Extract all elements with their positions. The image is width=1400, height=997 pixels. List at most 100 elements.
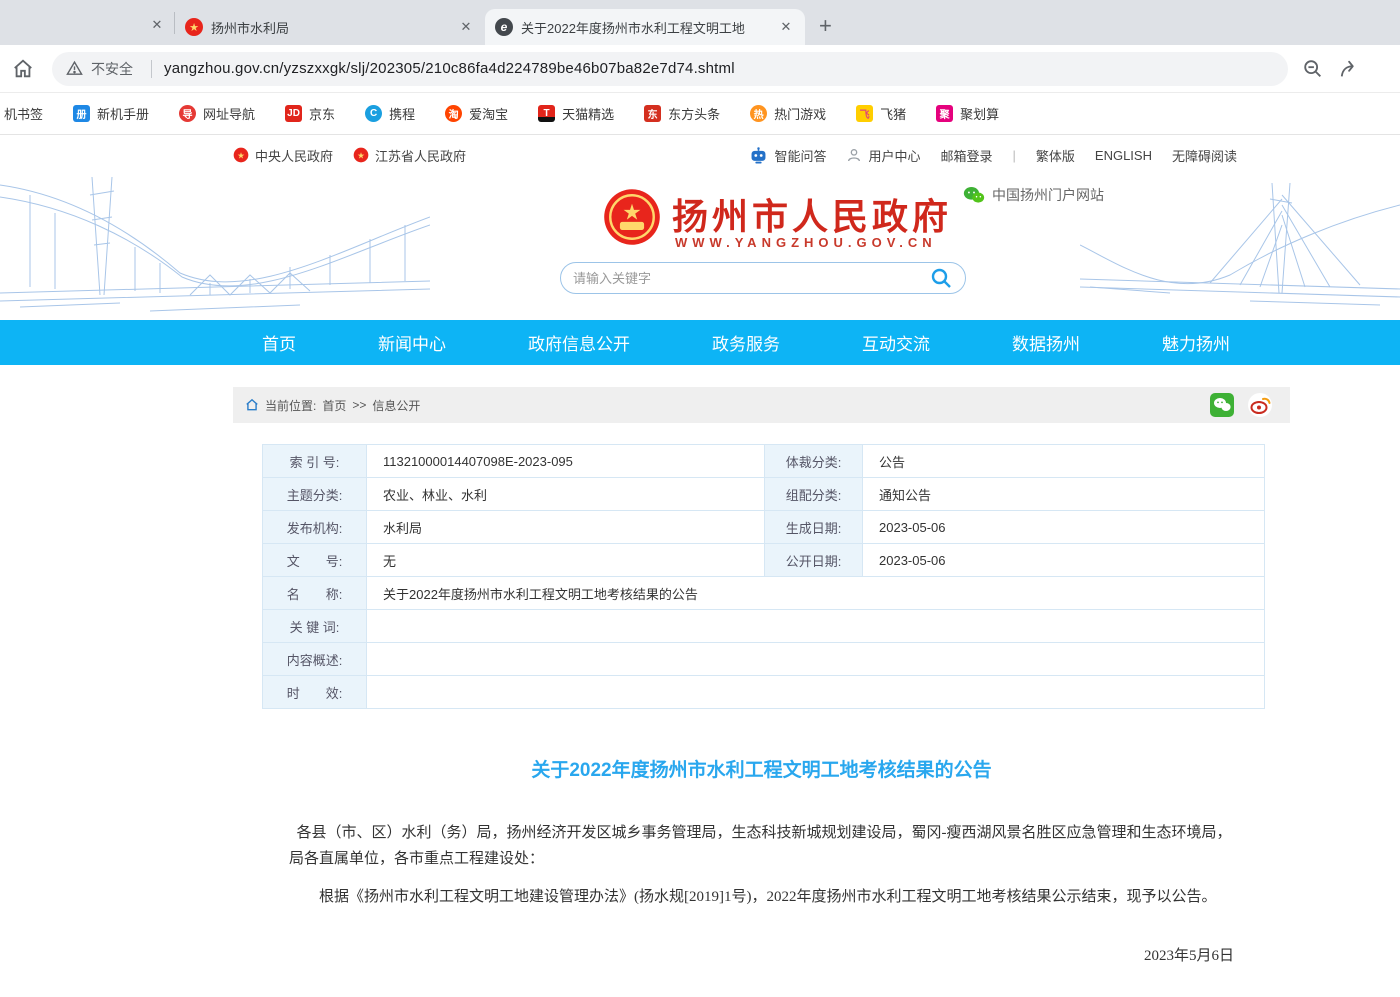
link-label: 智能问答 [774,146,826,165]
nav-home[interactable]: 首页 [262,330,296,355]
bookmark-label: 东方头条 [668,104,720,123]
table-row: 内容概述: [263,643,1264,676]
meta-value: 公告 [863,445,1264,477]
national-emblem-icon: ★ [603,188,661,246]
link-mail-login[interactable]: 邮箱登录 [940,146,992,165]
table-row: 索 引 号: 11321000014407098E-2023-095 体裁分类:… [263,445,1264,478]
link-accessible[interactable]: 无障碍阅读 [1172,146,1237,165]
bookmark-item[interactable]: 热 热门游戏 [750,104,826,123]
nav-interaction[interactable]: 互动交流 [862,330,930,355]
site-url-text: WWW.YANGZHOU.GOV.CN [675,235,937,250]
close-icon[interactable]: ✕ [777,18,795,36]
page-content: 当前位置: 首页 >> 信息公开 索 引 号: 113210000144 [233,387,1290,997]
bookmark-label: 携程 [389,104,415,123]
security-label: 不安全 [91,59,133,79]
meta-label: 关 键 词: [263,610,367,642]
bookmark-label: 网址导航 [203,104,255,123]
bookmark-icon: 册 [73,105,90,122]
meta-label: 内容概述: [263,643,367,675]
bookmark-label: 京东 [309,104,335,123]
meta-value: 水利局 [367,511,764,543]
home-icon [245,398,259,412]
meta-value: 2023-05-06 [863,511,1264,543]
bookmark-label: 热门游戏 [774,104,826,123]
link-jiangsu-gov[interactable]: ★ 江苏省人民政府 [353,146,466,165]
link-smart-qa[interactable]: 智能问答 [749,146,826,165]
share-icon[interactable] [1338,58,1362,80]
bookmark-icon: 导 [179,105,196,122]
table-row: 时 效: [263,676,1264,709]
bookmark-item[interactable]: 聚 聚划算 [936,104,999,123]
article-title: 关于2022年度扬州市水利工程文明工地考核结果的公告 [289,755,1234,782]
table-row: 名 称: 关于2022年度扬州市水利工程文明工地考核结果的公告 [263,577,1264,610]
nav-data[interactable]: 数据扬州 [1012,330,1080,355]
bookmark-label: 天猫精选 [562,104,614,123]
meta-label: 发布机构: [263,511,367,543]
nav-info-disclosure[interactable]: 政府信息公开 [528,330,630,355]
bookmark-item[interactable]: 机书签 [4,104,43,123]
svg-text:★: ★ [237,150,245,160]
meta-value: 无 [367,544,764,576]
address-bar[interactable]: 不安全 yangzhou.gov.cn/yzszxxgk/slj/202305/… [52,52,1288,86]
link-label: 用户中心 [868,146,920,165]
breadcrumb-home-link[interactable]: 首页 [322,397,346,414]
close-icon[interactable]: ✕ [457,18,475,36]
nav-charm[interactable]: 魅力扬州 [1162,330,1230,355]
bookmark-item[interactable]: 东 东方头条 [644,104,720,123]
svg-text:★: ★ [357,150,365,160]
meta-value [367,676,1264,708]
meta-label: 名 称: [263,577,367,609]
main-nav: 首页 新闻中心 政府信息公开 政务服务 互动交流 数据扬州 魅力扬州 [0,320,1400,365]
link-user-center[interactable]: 用户中心 [846,146,920,165]
tab-announcement-active[interactable]: e 关于2022年度扬州市水利工程文明工地 ✕ [485,9,805,45]
meta-value [367,610,1264,642]
search-input[interactable] [573,271,929,286]
bookmark-item[interactable]: T 天猫精选 [538,104,614,123]
bookmark-icon: 飞 [856,105,873,122]
close-icon[interactable]: ✕ [148,16,166,34]
site-top-links: ★ 中央人民政府 ★ 江苏省人民政府 智能问答 用户中心 [0,135,1400,175]
bookmark-icon: T [538,105,555,122]
zoom-out-icon[interactable] [1302,58,1324,80]
meta-value: 农业、林业、水利 [367,478,764,510]
weibo-share-icon[interactable] [1248,393,1272,417]
link-traditional[interactable]: 繁体版 [1036,146,1075,165]
bookmark-label: 聚划算 [960,104,999,123]
breadcrumb: 当前位置: 首页 >> 信息公开 [233,387,1290,423]
bookmark-item[interactable]: 导 网址导航 [179,104,255,123]
meta-value: 通知公告 [863,478,1264,510]
meta-label: 公开日期: [764,544,863,576]
table-row: 发布机构: 水利局 生成日期: 2023-05-06 [263,511,1264,544]
bookmark-item[interactable]: JD 京东 [285,104,335,123]
tab-title: 关于2022年度扬州市水利工程文明工地 [521,18,769,37]
nav-news[interactable]: 新闻中心 [378,330,446,355]
wechat-share-icon[interactable] [1210,393,1234,417]
meta-value [367,643,1264,675]
link-central-gov[interactable]: ★ 中央人民政府 [233,146,333,165]
bookmark-label: 飞猪 [880,104,906,123]
home-icon[interactable] [12,58,34,80]
new-tab-button[interactable]: + [819,15,832,37]
search-icon[interactable] [929,266,953,290]
bookmark-item[interactable]: 飞 飞猪 [856,104,906,123]
portal-link[interactable]: 中国扬州门户网站 [963,185,1104,205]
bookmark-item[interactable]: 淘 爱淘宝 [445,104,508,123]
meta-label: 索 引 号: [263,445,367,477]
tab-title: 扬州市水利局 [211,18,449,37]
document-meta-table: 索 引 号: 11321000014407098E-2023-095 体裁分类:… [262,444,1265,709]
bookmark-icon: 热 [750,105,767,122]
bookmark-item[interactable]: 册 新机手册 [73,104,149,123]
portal-label: 中国扬州门户网站 [992,185,1104,205]
link-label: 江苏省人民政府 [375,146,466,165]
meta-value: 11321000014407098E-2023-095 [367,445,764,477]
meta-value: 2023-05-06 [863,544,1264,576]
link-english[interactable]: ENGLISH [1095,148,1152,163]
site-search [560,262,966,294]
bridge-artwork-right [1080,175,1400,320]
bookmarks-bar: 机书签 册 新机手册 导 网址导航 JD 京东 C 携程 淘 爱淘宝 T 天猫精… [0,93,1400,135]
bookmark-label: 机书签 [4,104,43,123]
tab-water-bureau[interactable]: ★ 扬州市水利局 ✕ [175,9,485,45]
url-text[interactable]: yangzhou.gov.cn/yzszxxgk/slj/202305/210c… [164,60,735,77]
bookmark-item[interactable]: C 携程 [365,104,415,123]
nav-services[interactable]: 政务服务 [712,330,780,355]
